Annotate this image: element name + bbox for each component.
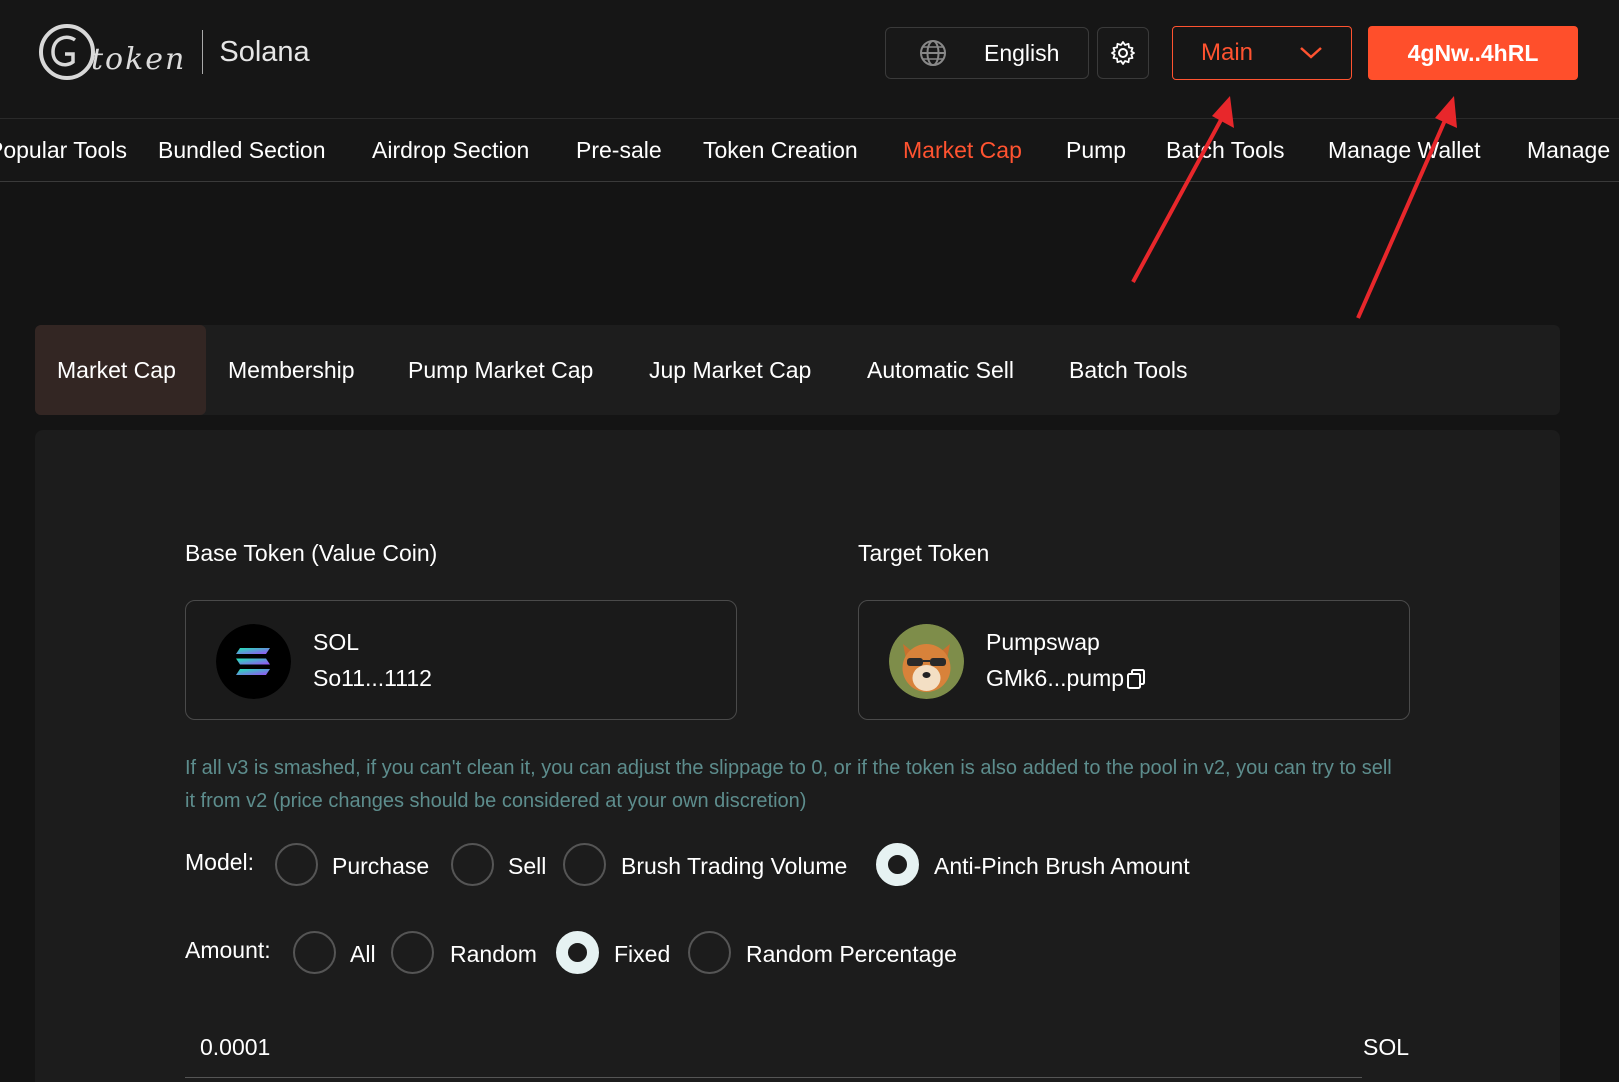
amount-fixed-radio[interactable]: [556, 931, 599, 974]
base-token-name: SOL: [313, 629, 360, 655]
nav-item-market-cap[interactable]: Market Cap: [903, 137, 1022, 164]
tab-market-cap[interactable]: Market Cap: [35, 325, 206, 415]
tab-pump-market-cap[interactable]: Pump Market Cap: [408, 325, 593, 415]
model-sell-radio[interactable]: [451, 843, 494, 886]
copy-icon[interactable]: [1126, 668, 1146, 690]
nav-item-token-creation[interactable]: Token Creation: [703, 137, 858, 164]
amount-input[interactable]: 0.0001: [185, 1022, 1362, 1078]
amount-random-percentage-radio[interactable]: [688, 931, 731, 974]
tab-jup-market-cap[interactable]: Jup Market Cap: [649, 325, 811, 415]
slippage-note: If all v3 is smashed, if you can't clean…: [185, 757, 1392, 812]
chevron-down-icon: [1300, 47, 1322, 59]
target-token-name: Pumpswap: [986, 629, 1100, 655]
base-token-address: So11...1112: [313, 665, 432, 692]
amount-unit: SOL: [1363, 1034, 1410, 1060]
target-token-address: GMk6...pump: [986, 665, 1146, 692]
target-token-selector[interactable]: Pumpswap GMk6...pump: [858, 600, 1410, 720]
globe-icon: [920, 40, 946, 66]
tab-batch-tools[interactable]: Batch Tools: [1069, 325, 1187, 415]
tool-tabs: Market Cap Membership Pump Market Cap Ju…: [35, 325, 1560, 415]
model-label: Model:: [185, 849, 255, 875]
tab-membership[interactable]: Membership: [228, 325, 355, 415]
logo-icon: [39, 24, 95, 80]
model-purchase-label[interactable]: Purchase: [332, 853, 429, 880]
base-token-label: Base Token (Value Coin): [185, 540, 438, 566]
network-select[interactable]: Main: [1172, 26, 1352, 80]
amount-value: 0.0001: [200, 1034, 271, 1060]
nav-item-bundled-section[interactable]: Bundled Section: [158, 137, 326, 164]
chain-name: Solana: [219, 35, 310, 68]
nav-item-manage[interactable]: Manage: [1527, 137, 1610, 164]
logo-divider: [202, 30, 204, 74]
gear-icon: [1111, 41, 1135, 65]
language-label: English: [984, 39, 1060, 66]
wallet-button[interactable]: 4gNw..4hRL: [1368, 26, 1578, 80]
logo-text: token: [91, 41, 187, 77]
header: token Solana English Main 4gNw..4hRL: [0, 0, 1619, 118]
amount-random-percentage-label[interactable]: Random Percentage: [746, 941, 957, 968]
nav-item-airdrop-section[interactable]: Airdrop Section: [372, 137, 529, 164]
amount-fixed-label[interactable]: Fixed: [614, 941, 670, 968]
nav-item-popular-tools[interactable]: Popular Tools: [0, 137, 127, 164]
amount-all-radio[interactable]: [293, 931, 336, 974]
amount-all-label[interactable]: All: [350, 941, 376, 968]
model-sell-label[interactable]: Sell: [508, 853, 546, 880]
network-label: Main: [1201, 39, 1254, 66]
tab-automatic-sell[interactable]: Automatic Sell: [867, 325, 1014, 415]
model-brush-volume-radio[interactable]: [563, 843, 606, 886]
target-token-address-text: GMk6...pump: [986, 665, 1125, 691]
sol-token-icon: [216, 624, 291, 699]
amount-label: Amount:: [185, 937, 271, 963]
language-selector[interactable]: English: [885, 27, 1089, 79]
nav-item-batch-tools[interactable]: Batch Tools: [1166, 137, 1284, 164]
shiba-token-icon: [889, 624, 964, 699]
model-anti-pinch-radio[interactable]: [876, 843, 919, 886]
model-brush-volume-label[interactable]: Brush Trading Volume: [621, 853, 847, 880]
base-token-address-text: So11...1112: [313, 665, 432, 691]
settings-button[interactable]: [1097, 27, 1149, 79]
nav-item-manage-wallet[interactable]: Manage Wallet: [1328, 137, 1481, 164]
model-purchase-radio[interactable]: [275, 843, 318, 886]
amount-random-radio[interactable]: [391, 931, 434, 974]
base-token-selector[interactable]: SOL So11...1112: [185, 600, 737, 720]
nav-item-pre-sale[interactable]: Pre-sale: [576, 137, 662, 164]
nav-item-pump[interactable]: Pump: [1066, 137, 1126, 164]
logo[interactable]: token Solana: [37, 22, 310, 82]
model-anti-pinch-label[interactable]: Anti-Pinch Brush Amount: [934, 853, 1190, 880]
target-token-label: Target Token: [858, 540, 990, 566]
main-nav: Popular Tools Bundled Section Airdrop Se…: [0, 118, 1619, 182]
amount-random-label[interactable]: Random: [450, 941, 537, 968]
